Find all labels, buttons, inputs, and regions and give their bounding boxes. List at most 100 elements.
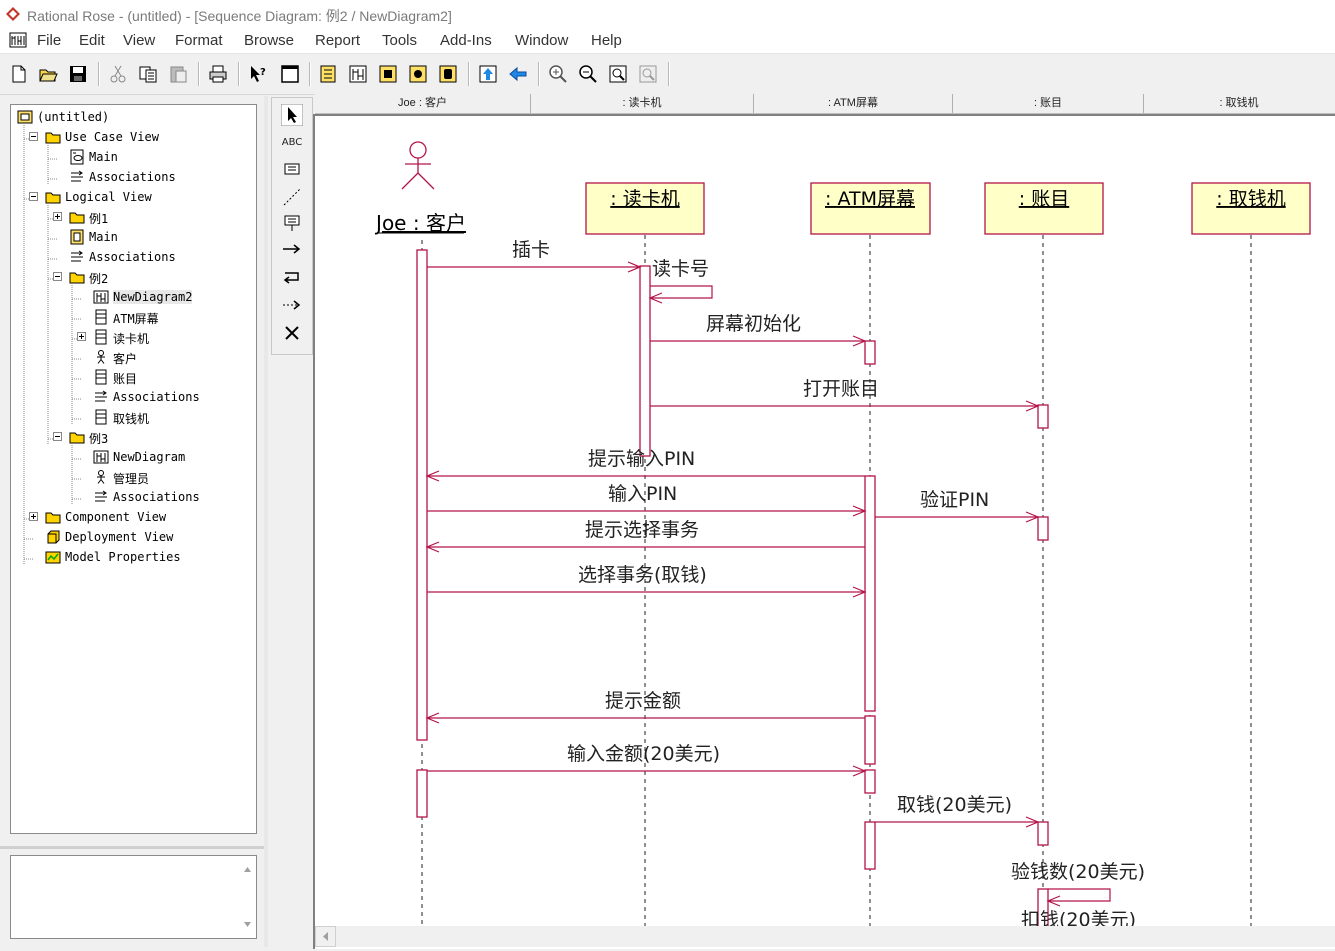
message-arrow-1[interactable] — [427, 261, 642, 273]
expand-icon[interactable] — [77, 332, 86, 341]
return-message-tool-icon[interactable] — [281, 294, 303, 316]
message-label-9[interactable]: 选择事务(取钱) — [578, 564, 707, 586]
tree-item[interactable]: 客户 — [11, 348, 251, 366]
activation-account-2[interactable] — [1037, 516, 1049, 541]
tree-item[interactable]: Associations — [11, 488, 251, 506]
diagram-horizontal-scrollbar[interactable] — [315, 926, 1335, 947]
expand-icon[interactable] — [29, 512, 38, 521]
tree-item[interactable]: Logical View — [11, 188, 251, 206]
message-arrow-8[interactable] — [425, 541, 865, 553]
self-message-tool-icon[interactable] — [281, 266, 303, 288]
tree-item[interactable]: 例3 — [11, 428, 251, 446]
menu-file[interactable]: File — [37, 32, 61, 49]
header-account[interactable]: : 账目 — [953, 94, 1144, 113]
message-arrow-13[interactable] — [1046, 888, 1111, 907]
paste-icon[interactable] — [168, 64, 188, 84]
tree-item[interactable]: Main — [11, 228, 251, 246]
collapse-icon[interactable] — [53, 432, 62, 441]
menu-window[interactable]: Window — [515, 32, 568, 49]
documentation-scrollbar[interactable] — [239, 856, 256, 938]
activation-card-reader[interactable] — [639, 265, 651, 457]
activation-atm-3[interactable] — [864, 715, 876, 765]
undo-fit-icon[interactable] — [638, 64, 658, 84]
open-icon[interactable] — [38, 64, 58, 84]
message-label-3[interactable]: 屏幕初始化 — [706, 313, 801, 335]
expand-icon[interactable] — [53, 212, 62, 221]
menu-format[interactable]: Format — [175, 32, 223, 49]
tree-item[interactable]: Associations — [11, 248, 251, 266]
message-label-6[interactable]: 输入PIN — [608, 483, 677, 505]
message-arrow-3[interactable] — [650, 335, 867, 347]
message-arrow-5[interactable] — [425, 470, 865, 482]
collapse-icon[interactable] — [53, 272, 62, 281]
new-icon[interactable] — [9, 64, 29, 84]
message-label-7[interactable]: 验证PIN — [920, 489, 989, 511]
message-arrow-11[interactable] — [427, 765, 867, 777]
message-arrow-2[interactable] — [648, 285, 713, 304]
documentation-window[interactable] — [10, 855, 257, 939]
message-label-11[interactable]: 输入金额(20美元) — [567, 743, 720, 765]
zoom-out-icon[interactable] — [578, 64, 598, 84]
browse-previous-icon[interactable] — [508, 64, 528, 84]
actor-label[interactable]: Joe : 客户 — [374, 211, 466, 235]
selection-tool-icon[interactable] — [281, 104, 303, 126]
tree-item[interactable]: NewDiagram — [11, 448, 251, 466]
menu-add-ins[interactable]: Add-Ins — [440, 32, 492, 49]
activation-account-3[interactable] — [1037, 821, 1049, 846]
tree-item[interactable]: 例1 — [11, 208, 251, 226]
document-menu-icon[interactable] — [9, 32, 27, 48]
message-label-5[interactable]: 提示输入PIN — [588, 448, 695, 470]
tree-item[interactable]: Associations — [11, 168, 251, 186]
tree-item[interactable]: 管理员 — [11, 468, 251, 486]
menu-view[interactable]: View — [123, 32, 155, 49]
menu-report[interactable]: Report — [315, 32, 360, 49]
save-icon[interactable] — [68, 64, 88, 84]
scroll-left-arrow[interactable] — [315, 926, 339, 947]
tree-item[interactable]: 取钱机 — [11, 408, 251, 426]
tree-item[interactable]: Deployment View — [11, 528, 251, 546]
tree-item[interactable]: Use Case View — [11, 128, 251, 146]
message-arrow-4[interactable] — [650, 400, 1040, 412]
message-arrow-6[interactable] — [427, 505, 867, 517]
header-cash-dispenser[interactable]: : 取钱机 — [1144, 94, 1334, 113]
tree-item[interactable]: (untitled) — [11, 108, 251, 126]
tree-item[interactable]: Main — [11, 148, 251, 166]
message-arrow-12[interactable] — [875, 816, 1040, 828]
activation-actor-2[interactable] — [416, 769, 428, 818]
activation-account-1[interactable] — [1037, 404, 1049, 429]
print-icon[interactable] — [208, 64, 228, 84]
message-tool-icon[interactable] — [281, 238, 303, 260]
message-arrow-10[interactable] — [425, 712, 865, 724]
vertical-splitter[interactable] — [264, 96, 268, 947]
tree-item[interactable]: NewDiagram2 — [11, 288, 251, 306]
activation-atm-2[interactable] — [864, 475, 876, 712]
header-card-reader[interactable]: : 读卡机 — [531, 94, 754, 113]
text-tool-icon[interactable]: ABC — [281, 132, 303, 154]
copy-icon[interactable] — [138, 64, 158, 84]
note-tool-icon[interactable] — [281, 158, 303, 180]
message-label-2[interactable]: 读卡号 — [652, 258, 709, 280]
rational-rose-app-icon[interactable] — [5, 6, 21, 22]
cut-icon[interactable] — [108, 64, 128, 84]
anchor-tool-icon[interactable] — [281, 186, 303, 208]
menu-browse[interactable]: Browse — [244, 32, 294, 49]
zoom-in-icon[interactable] — [548, 64, 568, 84]
tree-item[interactable]: 账目 — [11, 368, 251, 386]
activation-atm-5[interactable] — [864, 821, 876, 870]
menu-tools[interactable]: Tools — [382, 32, 417, 49]
pane-splitter[interactable] — [0, 846, 265, 849]
collapse-icon[interactable] — [29, 132, 38, 141]
activation-atm-4[interactable] — [864, 769, 876, 794]
destruction-marker-icon[interactable] — [281, 322, 303, 344]
message-label-12[interactable]: 取钱(20美元) — [897, 794, 1012, 816]
message-label-1[interactable]: 插卡 — [512, 239, 550, 261]
menu-help[interactable]: Help — [591, 32, 622, 49]
menu-edit[interactable]: Edit — [79, 32, 105, 49]
tree-item[interactable]: ATM屏幕 — [11, 308, 251, 326]
message-arrow-9[interactable] — [427, 586, 867, 598]
activation-actor-1[interactable] — [416, 249, 428, 741]
browse-state-icon[interactable] — [438, 64, 458, 84]
tree-item[interactable]: Model Properties — [11, 548, 251, 566]
sequence-diagram-canvas[interactable]: Joe : 客户 : 读卡机 : ATM屏幕 : 账目 : 取钱机 插卡 读卡号… — [313, 114, 1335, 949]
message-label-13[interactable]: 验钱数(20美元) — [1011, 861, 1145, 883]
